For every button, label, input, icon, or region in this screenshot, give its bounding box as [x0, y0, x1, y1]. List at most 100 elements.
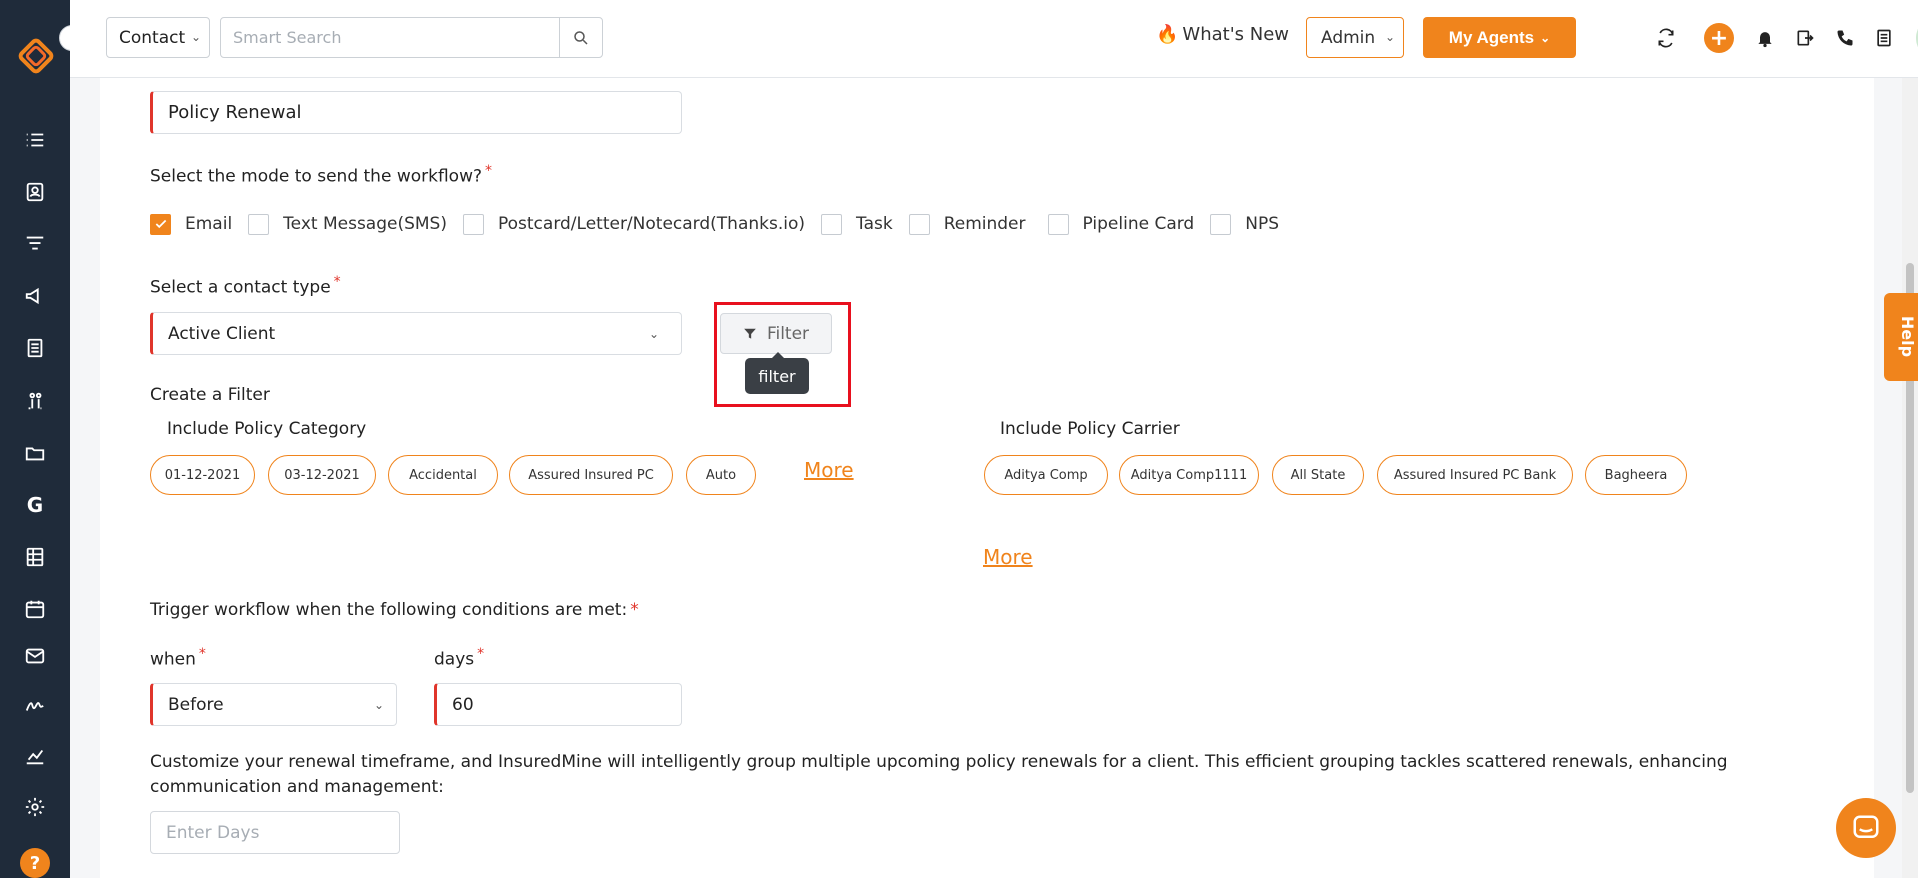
checkbox[interactable] — [1210, 213, 1232, 235]
chevron-down-icon: ⌄ — [1384, 30, 1395, 44]
days-label: days * — [434, 646, 484, 670]
mode-label: Task — [856, 214, 893, 234]
refresh-icon[interactable] — [1654, 26, 1678, 50]
days-label-text: days — [434, 649, 475, 670]
mode-label: Pipeline Card — [1082, 214, 1195, 234]
policy-carrier-chip[interactable]: Assured Insured PC Bank — [1377, 455, 1573, 495]
list-icon[interactable] — [22, 127, 48, 153]
mode-label: Reminder — [943, 214, 1026, 234]
page-scrollbar[interactable] — [1902, 78, 1918, 878]
contact-type-label: Select a contact type * — [150, 274, 341, 298]
when-label-text: when — [150, 649, 196, 670]
signature-icon[interactable] — [22, 692, 48, 718]
megaphone-icon[interactable] — [22, 283, 48, 309]
module-select-value: Contact — [119, 27, 186, 48]
policy-carrier-chip[interactable]: All State — [1272, 455, 1364, 495]
when-select[interactable]: Before ⌄ — [150, 683, 397, 726]
bell-icon[interactable] — [1753, 26, 1777, 50]
people-icon[interactable] — [22, 388, 48, 414]
mode-option-pipeline-card[interactable]: Pipeline Card — [1047, 213, 1195, 235]
chat-launcher-button[interactable] — [1836, 798, 1896, 858]
chevron-down-icon: ⌄ — [1540, 30, 1551, 45]
mode-label: Text Message(SMS) — [283, 214, 447, 234]
create-filter-label: Create a Filter — [150, 385, 270, 405]
mode-label: Email — [185, 214, 233, 234]
filter-tooltip: filter — [745, 352, 809, 394]
phone-icon[interactable] — [1833, 26, 1857, 50]
add-icon[interactable]: + — [1704, 23, 1734, 53]
calendar-icon[interactable] — [22, 596, 48, 622]
checkbox[interactable] — [908, 213, 930, 235]
required-mark: * — [477, 646, 485, 662]
policy-carrier-chip[interactable]: Aditya Comp — [984, 455, 1108, 495]
enter-days-input[interactable] — [150, 811, 400, 854]
help-tab-label: Help — [1898, 315, 1918, 358]
mode-checkbox-group: Email Text Message(SMS) Postcard/Letter/… — [150, 211, 1295, 237]
address-book-icon[interactable] — [1872, 26, 1896, 50]
funnel-icon[interactable] — [22, 231, 48, 257]
filter-icon — [744, 328, 756, 339]
help-icon[interactable]: ? — [20, 848, 50, 878]
sheet-icon[interactable] — [22, 544, 48, 570]
settings-icon[interactable] — [22, 794, 48, 820]
whats-new-link[interactable]: 🔥 What's New — [1156, 24, 1289, 45]
checkbox[interactable] — [462, 213, 484, 235]
search-icon — [574, 30, 588, 45]
app-logo-icon[interactable] — [16, 36, 56, 76]
days-input[interactable]: 60 — [434, 683, 682, 726]
policy-category-label: Include Policy Category — [167, 419, 367, 439]
chevron-down-icon: ⌄ — [373, 698, 384, 712]
checkbox[interactable] — [248, 213, 270, 235]
mode-option-postcard[interactable]: Postcard/Letter/Notecard(Thanks.io) — [462, 213, 805, 235]
checkbox[interactable] — [1047, 213, 1069, 235]
checkbox-checked[interactable] — [150, 213, 171, 235]
analytics-icon[interactable] — [22, 743, 48, 769]
mail-icon[interactable] — [22, 643, 48, 669]
mode-option-email[interactable]: Email — [150, 213, 233, 235]
trigger-label: Trigger workflow when the following cond… — [150, 600, 639, 620]
mode-option-task[interactable]: Task — [821, 213, 893, 235]
fire-icon: 🔥 — [1156, 24, 1179, 45]
policy-category-chip[interactable]: Auto — [686, 455, 756, 495]
mode-option-nps[interactable]: NPS — [1210, 213, 1279, 235]
more-carrier-link[interactable]: More — [983, 545, 1033, 569]
contact-type-value: Active Client — [168, 323, 276, 344]
contact-type-select[interactable]: Active Client ⌄ — [150, 312, 682, 355]
workflow-form: Policy Renewal Select the mode to send t… — [100, 78, 1874, 878]
contact-type-label-text: Select a contact type — [150, 277, 331, 298]
google-icon[interactable]: G — [22, 492, 48, 518]
policy-category-chip[interactable]: Accidental — [388, 455, 498, 495]
policy-category-chip[interactable]: 03-12-2021 — [268, 455, 376, 495]
contacts-icon[interactable] — [22, 179, 48, 205]
folder-icon[interactable] — [22, 440, 48, 466]
more-category-link[interactable]: More — [804, 458, 854, 482]
policy-carrier-chip[interactable]: Bagheera — [1585, 455, 1687, 495]
help-tab[interactable]: Help — [1884, 293, 1918, 381]
search-button[interactable] — [559, 17, 603, 58]
top-header: Contact ⌄ 🔥 What's New Admin ⌄ My Agents… — [70, 0, 1918, 78]
required-mark: * — [630, 600, 639, 620]
policy-category-chip[interactable]: 01-12-2021 — [150, 455, 255, 495]
workflow-name-field[interactable]: Policy Renewal — [150, 91, 682, 134]
device-transfer-icon[interactable] — [1793, 26, 1817, 50]
policy-carrier-label: Include Policy Carrier — [1000, 419, 1180, 439]
module-select[interactable]: Contact ⌄ — [106, 17, 210, 58]
renewal-grouping-description: Customize your renewal timeframe, and In… — [150, 752, 1728, 797]
chat-icon — [1853, 815, 1879, 838]
workflow-name-value: Policy Renewal — [168, 102, 302, 123]
policy-category-chip[interactable]: Assured Insured PC — [509, 455, 673, 495]
filter-button[interactable]: Filter — [720, 313, 832, 354]
days-input-value: 60 — [452, 694, 474, 715]
mode-option-sms[interactable]: Text Message(SMS) — [248, 213, 447, 235]
mode-option-reminder[interactable]: Reminder — [908, 213, 1026, 235]
required-mark: * — [198, 646, 206, 662]
mode-label-text: Select the mode to send the workflow? — [150, 166, 482, 187]
policy-carrier-chip[interactable]: Aditya Comp1111 — [1119, 455, 1259, 495]
when-label: when * — [150, 646, 206, 670]
role-select[interactable]: Admin ⌄ — [1306, 17, 1404, 58]
smart-search-input[interactable] — [220, 17, 560, 58]
document-icon[interactable] — [22, 335, 48, 361]
my-agents-label: My Agents — [1448, 27, 1535, 47]
my-agents-button[interactable]: My Agents ⌄ — [1423, 17, 1576, 58]
checkbox[interactable] — [821, 213, 842, 235]
